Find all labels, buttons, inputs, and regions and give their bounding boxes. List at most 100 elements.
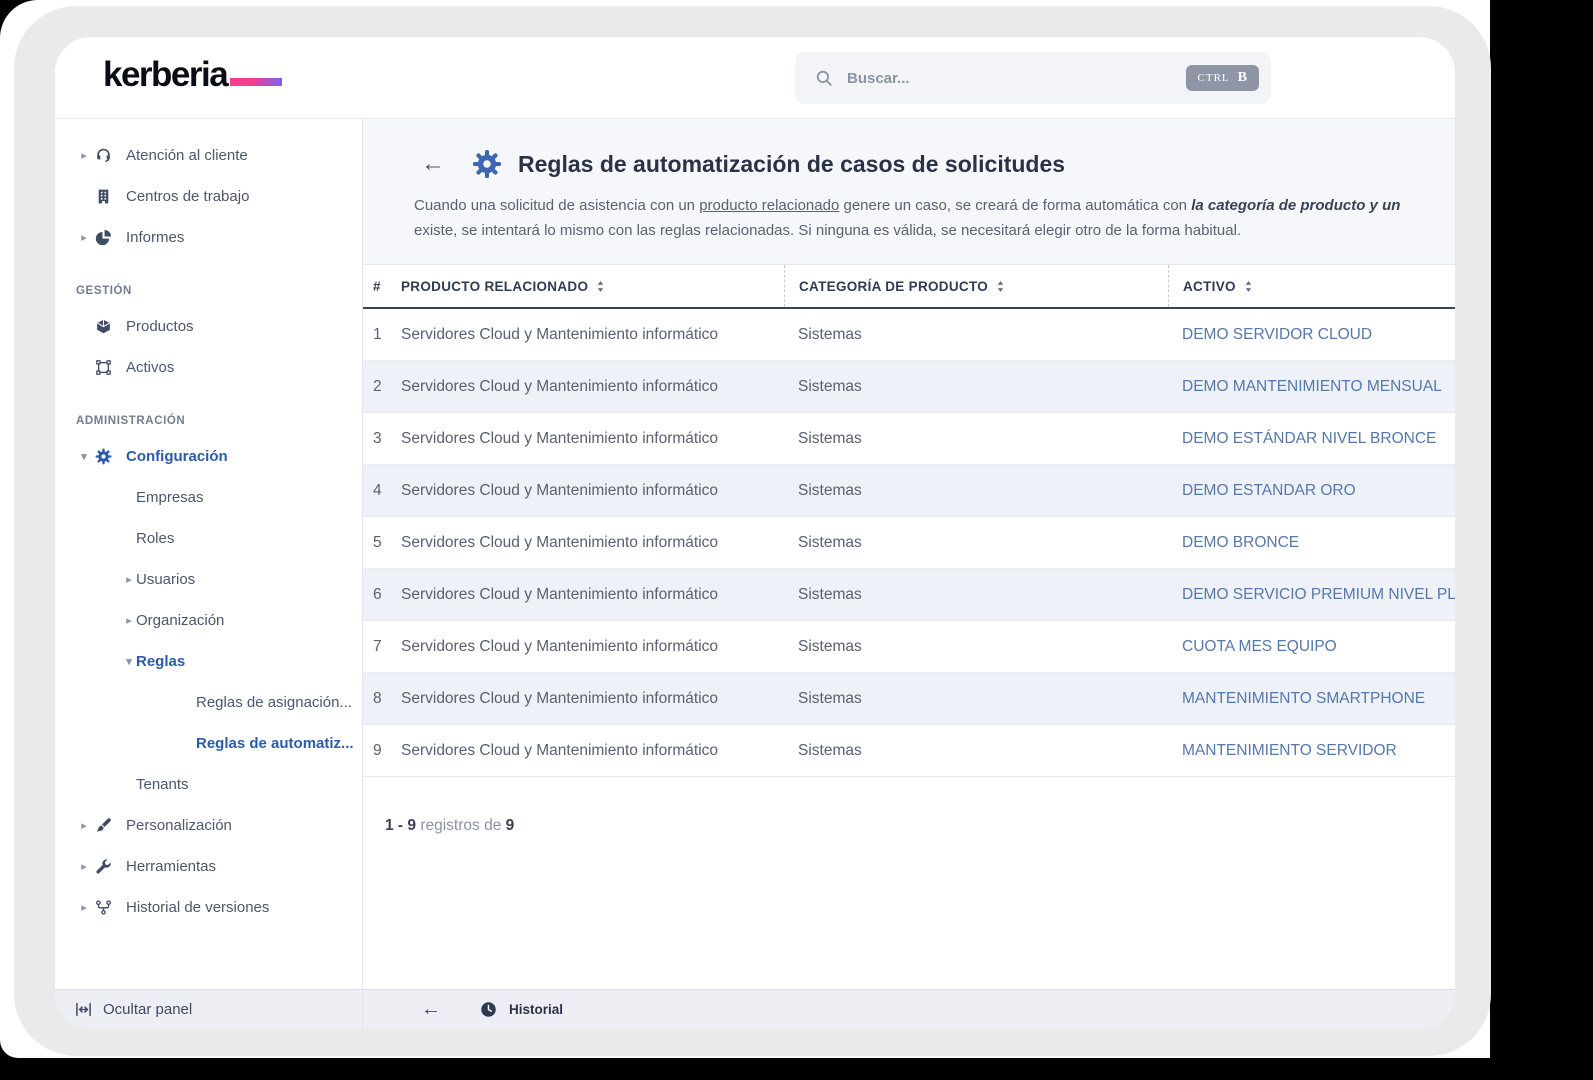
sidebar-item[interactable]: Reglas de asignación... [55, 682, 362, 723]
producto-relacionado-link[interactable]: producto relacionado [699, 197, 839, 214]
producto-relacionado-cell: Servidores Cloud y Mantenimiento informá… [401, 637, 719, 655]
sort-icon[interactable] [596, 280, 605, 293]
sidebar-item-label: Historial de versiones [126, 899, 270, 916]
records-middle: registros de [420, 817, 502, 834]
bottom-bar: ← Historial [363, 989, 1455, 1029]
chevron-right-icon[interactable]: ▸ [77, 819, 91, 832]
column-header-categoria[interactable]: CATEGORÍA DE PRODUCTO [784, 265, 1168, 307]
search-input[interactable]: Buscar... CTRL B [795, 52, 1271, 104]
categoria-cell: Sistemas [798, 637, 862, 655]
activo-link[interactable]: DEMO ESTANDAR ORO [1168, 482, 1455, 500]
chevron-right-icon[interactable]: ▸ [77, 860, 91, 873]
page-description-line2: existe, se intentará lo mismo con las re… [414, 222, 1242, 239]
brand-name: kerberia [103, 55, 229, 94]
column-header-activo[interactable]: ACTIVO [1168, 265, 1455, 307]
row-number-cell: 3 [373, 429, 382, 447]
history-button[interactable]: Historial [509, 1002, 563, 1017]
hide-panel-button[interactable]: Ocultar panel [55, 989, 362, 1029]
table-row[interactable]: 2 Servidores Cloud y Mantenimiento inform… [363, 361, 1455, 413]
producto-relacionado-cell: Servidores Cloud y Mantenimiento informá… [401, 429, 719, 447]
row-number-cell: 1 [373, 325, 382, 343]
chevron-right-icon[interactable]: ▸ [122, 614, 136, 627]
gear-icon [95, 448, 112, 465]
sidebar-item[interactable]: ▾ Reglas [55, 641, 362, 682]
sidebar-item[interactable]: Tenants [55, 764, 362, 805]
sort-icon[interactable] [1244, 280, 1253, 293]
chevron-right-icon[interactable]: ▸ [77, 149, 91, 162]
search-icon [815, 69, 833, 87]
table-row[interactable]: 1 Servidores Cloud y Mantenimiento inform… [363, 309, 1455, 361]
table-row[interactable]: 3 Servidores Cloud y Mantenimiento inform… [363, 413, 1455, 465]
versions-icon [95, 899, 112, 916]
table-row[interactable]: 9 Servidores Cloud y Mantenimiento inform… [363, 725, 1455, 777]
table-row[interactable]: 7 Servidores Cloud y Mantenimiento inform… [363, 621, 1455, 673]
sidebar-item[interactable]: ▸ Herramientas [55, 846, 362, 887]
wrench-icon [95, 858, 112, 875]
activo-link[interactable]: DEMO BRONCE [1168, 534, 1455, 552]
activo-link[interactable]: CUOTA MES EQUIPO [1168, 638, 1455, 656]
table-row[interactable]: 8 Servidores Cloud y Mantenimiento inform… [363, 673, 1455, 725]
activo-link[interactable]: DEMO ESTÁNDAR NIVEL BRONCE [1168, 430, 1455, 448]
column-header-producto[interactable]: PRODUCTO RELACIONADO [401, 265, 784, 307]
sidebar-item[interactable]: ▸ Usuarios [55, 559, 362, 600]
sidebar-item[interactable]: Activos [55, 347, 362, 388]
sidebar-item-label: Tenants [136, 776, 189, 793]
activo-link[interactable]: DEMO SERVIDOR CLOUD [1168, 326, 1455, 344]
sidebar-item-label: Personalización [126, 817, 232, 834]
categoria-cell: Sistemas [798, 377, 862, 395]
back-arrow-button[interactable]: ← [421, 152, 445, 176]
sidebar-item[interactable]: ▾ Configuración [55, 436, 362, 477]
sidebar-item-label: Atención al cliente [126, 147, 248, 164]
sidebar-item[interactable]: ▸ Informes [55, 217, 362, 258]
row-number-cell: 2 [373, 377, 382, 395]
records-total: 9 [505, 817, 515, 834]
activo-link[interactable]: DEMO SERVICIO PREMIUM NIVEL PL [1168, 586, 1455, 604]
sidebar-nav: ▸ Atención al cliente Centros de trabajo ▸ I… [55, 119, 362, 989]
activo-link[interactable]: MANTENIMIENTO SERVIDOR [1168, 742, 1455, 760]
footer-back-arrow-button[interactable]: ← [421, 998, 441, 1021]
producto-relacionado-cell: Servidores Cloud y Mantenimiento informá… [401, 481, 719, 499]
sidebar-item-label: Roles [136, 530, 175, 547]
row-number-cell: 7 [373, 637, 382, 655]
categoria-cell: Sistemas [798, 689, 862, 707]
sort-icon[interactable] [996, 280, 1005, 293]
chevron-down-icon[interactable]: ▾ [77, 450, 91, 463]
sidebar: ▸ Atención al cliente Centros de trabajo ▸ I… [55, 119, 363, 1029]
table-row[interactable]: 6 Servidores Cloud y Mantenimiento inform… [363, 569, 1455, 621]
device-mockup: kerberia Buscar... CTRL B ▸ Atención al c… [0, 0, 1593, 1080]
producto-relacionado-cell: Servidores Cloud y Mantenimiento informá… [401, 741, 719, 759]
chevron-right-icon[interactable]: ▸ [122, 573, 136, 586]
activo-link[interactable]: DEMO MANTENIMIENTO MENSUAL [1168, 378, 1455, 396]
sidebar-item[interactable]: ▸ Personalización [55, 805, 362, 846]
asset-frame-icon [95, 359, 112, 376]
shortcut-key: B [1237, 70, 1247, 85]
chevron-down-icon[interactable]: ▾ [122, 655, 136, 668]
search-placeholder: Buscar... [847, 69, 910, 87]
sidebar-item[interactable]: ▸ Historial de versiones [55, 887, 362, 928]
categoria-cell: Sistemas [798, 325, 862, 343]
sidebar-item-label: Usuarios [136, 571, 196, 588]
chevron-right-icon[interactable]: ▸ [77, 901, 91, 914]
records-range: 1 - 9 [385, 817, 417, 834]
sidebar-item[interactable]: ▸ Organización [55, 600, 362, 641]
table-row[interactable]: 5 Servidores Cloud y Mantenimiento inform… [363, 517, 1455, 569]
categoria-cell: Sistemas [798, 533, 862, 551]
desc-text: Cuando una solicitud de asistencia con u… [414, 197, 700, 214]
producto-relacionado-cell: Servidores Cloud y Mantenimiento informá… [401, 325, 719, 343]
sidebar-item-label: Reglas [136, 653, 186, 670]
sidebar-item[interactable]: Empresas [55, 477, 362, 518]
sidebar-item[interactable]: Productos [55, 306, 362, 347]
sidebar-item[interactable]: Reglas de automatiz... [55, 723, 362, 764]
page-description-line1: Cuando una solicitud de asistencia con u… [414, 193, 1455, 218]
sidebar-section-label: ADMINISTRACIÓN [76, 415, 186, 427]
chevron-right-icon[interactable]: ▸ [77, 231, 91, 244]
sidebar-item[interactable]: ▸ Atención al cliente [55, 135, 362, 176]
paintbrush-icon [95, 817, 112, 834]
row-number-cell: 4 [373, 481, 382, 499]
sidebar-item[interactable]: Roles [55, 518, 362, 559]
top-bar: kerberia Buscar... CTRL B [55, 37, 1455, 119]
table-row[interactable]: 4 Servidores Cloud y Mantenimiento inform… [363, 465, 1455, 517]
activo-link[interactable]: MANTENIMIENTO SMARTPHONE [1168, 690, 1455, 708]
sidebar-item[interactable]: Centros de trabajo [55, 176, 362, 217]
brand-logo[interactable]: kerberia [103, 55, 283, 95]
